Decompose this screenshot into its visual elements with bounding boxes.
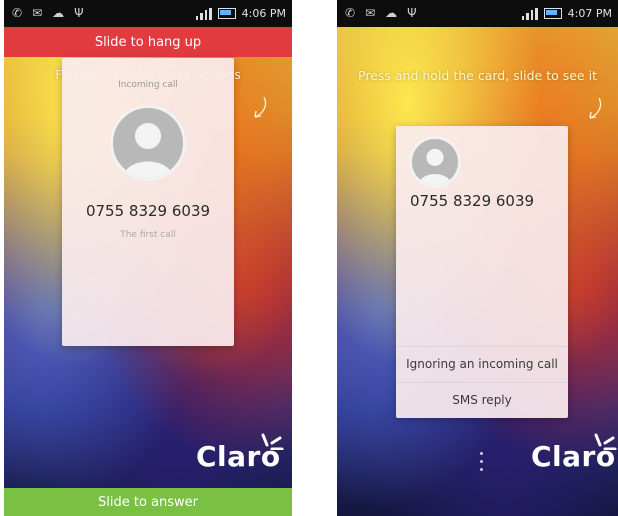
incoming-call-screen-left: ✆ ✉ ☁ Ψ 4:06 PM Slide to hang up Flip th… [4,0,292,516]
call-subtitle: The first call [120,230,176,240]
slide-to-hang-up-bar[interactable]: Slide to hang up [4,27,292,57]
signal-icon [195,7,212,20]
hang-up-label: Slide to hang up [94,34,202,50]
status-time: 4:07 PM [567,7,612,20]
status-bar: ✆ ✉ ☁ Ψ 4:06 PM [4,0,292,27]
brand-logo-mark-icon [594,433,617,450]
person-icon [418,148,452,185]
caller-avatar [409,136,461,188]
message-icon: ✉ [365,6,376,20]
brand-logo-mark-icon [261,433,284,450]
status-bar: ✆ ✉ ☁ Ψ 4:07 PM [337,0,618,27]
incoming-call-card[interactable]: 0755 8329 6039 Ignoring an incoming call… [396,126,568,418]
caller-number: 0755 8329 6039 [410,192,535,210]
answer-label: Slide to answer [98,494,198,510]
slide-to-answer-bar[interactable]: Slide to answer [4,488,292,516]
usb-icon: Ψ [74,6,84,20]
usb-icon: Ψ [407,6,417,20]
press-hold-hint: Press and hold the card, slide to see it [358,68,597,83]
battery-icon [543,8,562,19]
page-indicator [480,452,484,476]
curved-arrow-icon [254,96,267,118]
cloud-icon: ☁ [385,6,398,20]
status-time: 4:06 PM [241,7,286,20]
phone-icon: ✆ [12,6,23,20]
incoming-call-card[interactable]: Incoming call 0755 8329 6039 The first c… [62,58,234,346]
ignore-call-button[interactable]: Ignoring an incoming call [396,346,568,382]
battery-icon [217,8,236,19]
signal-icon [521,7,538,20]
caller-number: 0755 8329 6039 [85,202,211,220]
ignore-call-label: Ignoring an incoming call [406,357,558,371]
phone-icon: ✆ [345,6,356,20]
message-icon: ✉ [32,6,43,20]
cloud-icon: ☁ [52,6,65,20]
sms-reply-button[interactable]: SMS reply [396,382,568,418]
incoming-call-screen-right: ✆ ✉ ☁ Ψ 4:07 PM Press and hold the card,… [337,0,618,516]
sms-reply-label: SMS reply [452,393,512,407]
person-icon [123,123,173,178]
caller-avatar [110,105,186,181]
curved-arrow-icon [589,97,602,119]
incoming-call-label: Incoming call [118,80,178,90]
